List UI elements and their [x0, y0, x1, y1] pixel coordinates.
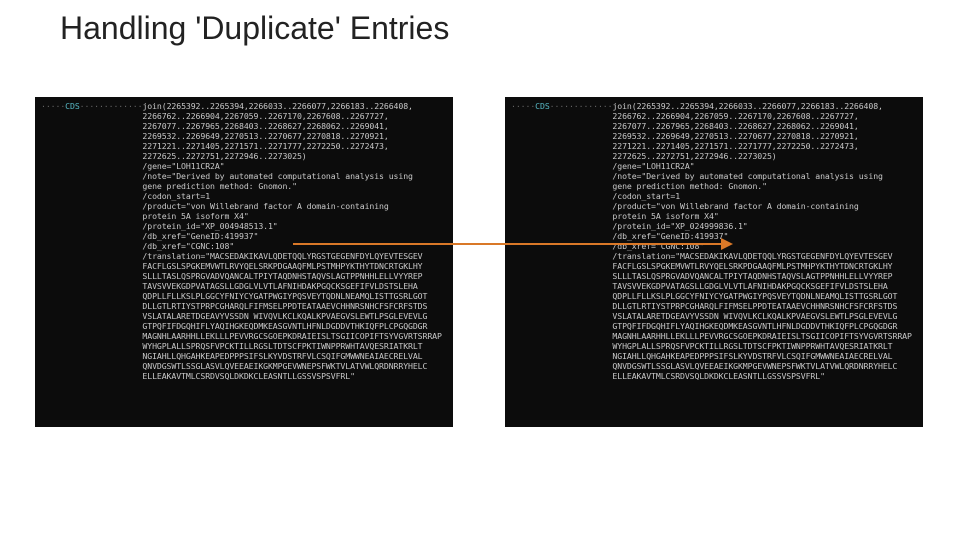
comparison-arrow: [293, 243, 723, 245]
genbank-record-left: ·····CDS·············join(2265392..22653…: [35, 97, 453, 427]
slide-title: Handling 'Duplicate' Entries: [60, 10, 449, 47]
genbank-record-right: ·····CDS·············join(2265392..22653…: [505, 97, 923, 427]
